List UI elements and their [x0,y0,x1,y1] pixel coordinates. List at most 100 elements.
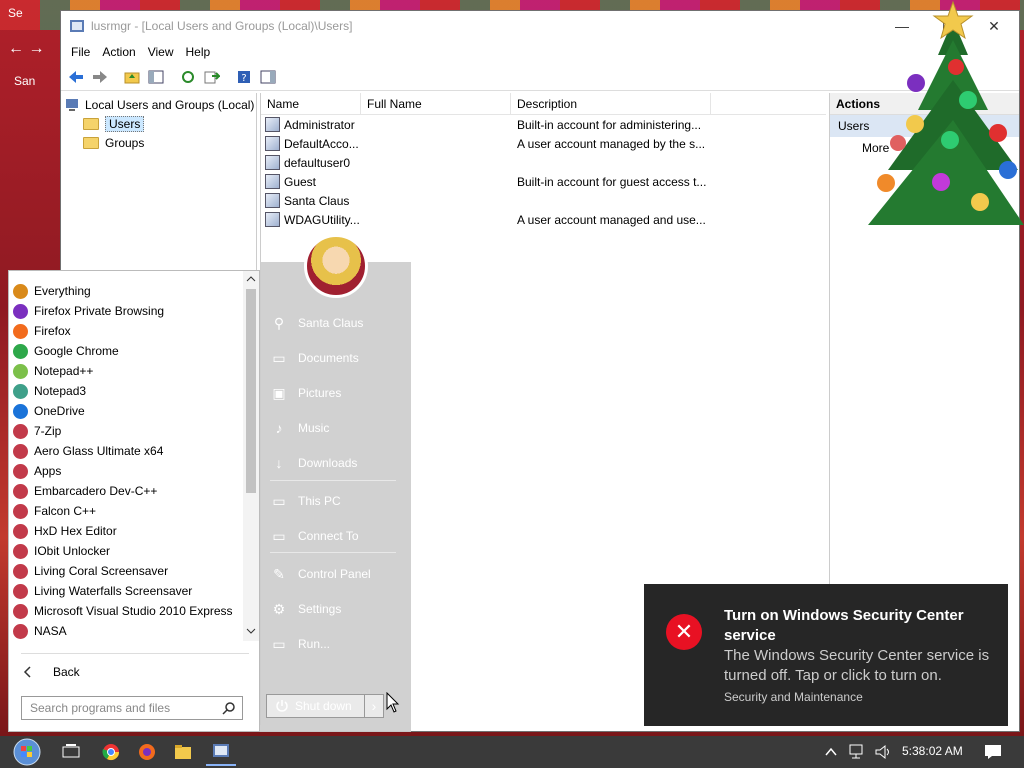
forward-arrow-button[interactable] [89,66,111,88]
clock[interactable]: 5:38:02 AM [902,744,963,758]
action-center-button[interactable] [978,738,1008,766]
program-item[interactable]: Living Coral Screensaver [9,561,241,581]
program-item[interactable]: Everything [9,281,241,301]
start-button[interactable] [8,738,46,766]
notification-icon [985,745,1001,759]
start-right-item[interactable]: ⚙ Settings [270,598,400,620]
menu-help[interactable]: Help [180,45,217,59]
refresh-button[interactable] [177,66,199,88]
start-right-item[interactable]: ✎ Control Panel [270,563,400,585]
program-icon [13,403,28,419]
program-icon [13,323,28,339]
network-icon [849,744,863,759]
tree-item-groups[interactable]: Groups [83,133,144,152]
up-folder-button[interactable] [121,66,143,88]
start-right-item[interactable]: ♪ Music [270,417,400,439]
start-item-icon: ✎ [273,566,285,582]
file-explorer-taskbar-button[interactable] [168,738,198,766]
toolbar-separator [169,66,175,88]
program-label: Living Waterfalls Screensaver [34,584,193,598]
mouse-cursor-icon [386,692,400,713]
start-right-item[interactable]: ▭ This PC [270,490,400,512]
program-item[interactable]: Firefox Private Browsing [9,301,241,321]
lusrmgr-taskbar-button[interactable] [206,738,236,766]
shutdown-options-arrow[interactable]: › [364,694,384,718]
help-icon: ? [238,70,250,84]
table-row[interactable]: Santa Claus [261,191,826,210]
menu-file[interactable]: File [65,45,96,59]
start-item-icon: ▭ [272,493,286,509]
column-full-name[interactable]: Full Name [361,93,511,114]
program-label: IObit Unlocker [34,544,111,558]
scroll-up-icon[interactable] [243,273,259,285]
back-arrow-button[interactable] [65,66,87,88]
start-right-item[interactable]: ⚲ Santa Claus [270,312,400,334]
program-item[interactable]: 7-Zip [9,421,241,441]
network-button[interactable] [846,738,870,766]
program-list-scrollbar[interactable] [243,271,259,641]
program-item[interactable]: Microsoft Visual Studio 2010 Express [9,601,241,621]
menu-action[interactable]: Action [96,45,141,59]
table-row[interactable]: DefaultAcco... A user account managed by … [261,134,826,153]
start-right-item[interactable]: ▭ Connect To [270,525,400,547]
mmc-app-icon [213,744,229,757]
speaker-icon [875,744,889,760]
help-button[interactable]: ? [233,66,255,88]
program-item[interactable]: Aero Glass Ultimate x64 [9,441,241,461]
tree-item-users[interactable]: Users [83,114,145,133]
table-row[interactable]: Administrator Built-in account for admini… [261,115,826,134]
search-input[interactable]: Search programs and files [21,696,243,720]
program-icon [13,363,28,379]
firefox-taskbar-button[interactable] [132,738,162,766]
back-button[interactable]: Back [21,661,141,683]
program-item[interactable]: IObit Unlocker [9,541,241,561]
start-item-label: Pictures [298,386,342,400]
start-right-item[interactable]: ▣ Pictures [270,382,400,404]
table-row[interactable]: defaultuser0 [261,153,826,172]
program-item[interactable]: Firefox [9,321,241,341]
program-label: 7-Zip [34,424,62,438]
tree-root[interactable]: Local Users and Groups (Local) [65,95,254,114]
start-item-icon: ▭ [272,528,286,544]
export-icon [204,71,220,83]
table-row[interactable]: WDAGUtility... A user account managed and… [261,210,826,229]
table-row[interactable]: Guest Built-in account for guest access t… [261,172,826,191]
program-icon [13,343,28,359]
program-item[interactable]: Notepad3 [9,381,241,401]
scroll-down-icon[interactable] [243,625,259,637]
program-icon [13,563,28,579]
scrollbar-thumb[interactable] [246,289,256,493]
program-item[interactable]: Apps [9,461,241,481]
column-name[interactable]: Name [261,93,361,114]
program-icon [13,423,28,439]
program-item[interactable]: Google Chrome [9,341,241,361]
program-item[interactable]: Notepad++ [9,361,241,381]
program-icon [13,283,28,299]
program-item[interactable]: OneDrive [9,401,241,421]
tree-root-label: Local Users and Groups (Local) [85,97,255,112]
start-right-item[interactable]: ▭ Run... [270,633,400,655]
show-hidden-icons-button[interactable] [820,738,842,766]
task-view-icon [62,744,80,758]
menu-view[interactable]: View [142,45,180,59]
tree-item-users-label: Users [105,115,145,132]
task-view-button[interactable] [56,738,86,766]
program-item[interactable]: HxD Hex Editor [9,521,241,541]
user-avatar[interactable] [304,234,368,298]
start-right-item[interactable]: ▭ Documents [270,347,400,369]
security-notification[interactable]: ✕ Turn on Windows Security Center servic… [644,584,1008,726]
user-name: defaultuser0 [284,155,351,170]
start-item-label: Control Panel [298,567,371,581]
program-item[interactable]: Living Waterfalls Screensaver [9,581,241,601]
show-tree-button[interactable] [145,66,167,88]
show-action-pane-button[interactable] [257,66,279,88]
program-item[interactable]: NASA [9,621,241,641]
program-item[interactable]: Embarcadero Dev-C++ [9,481,241,501]
volume-button[interactable] [872,738,896,766]
chrome-taskbar-button[interactable] [96,738,126,766]
taskbar: 5:38:02 AM [0,736,1024,768]
program-item[interactable]: Falcon C++ [9,501,241,521]
start-right-item[interactable]: ↓ Downloads [270,452,400,474]
export-list-button[interactable] [201,66,223,88]
column-description[interactable]: Description [511,93,711,114]
